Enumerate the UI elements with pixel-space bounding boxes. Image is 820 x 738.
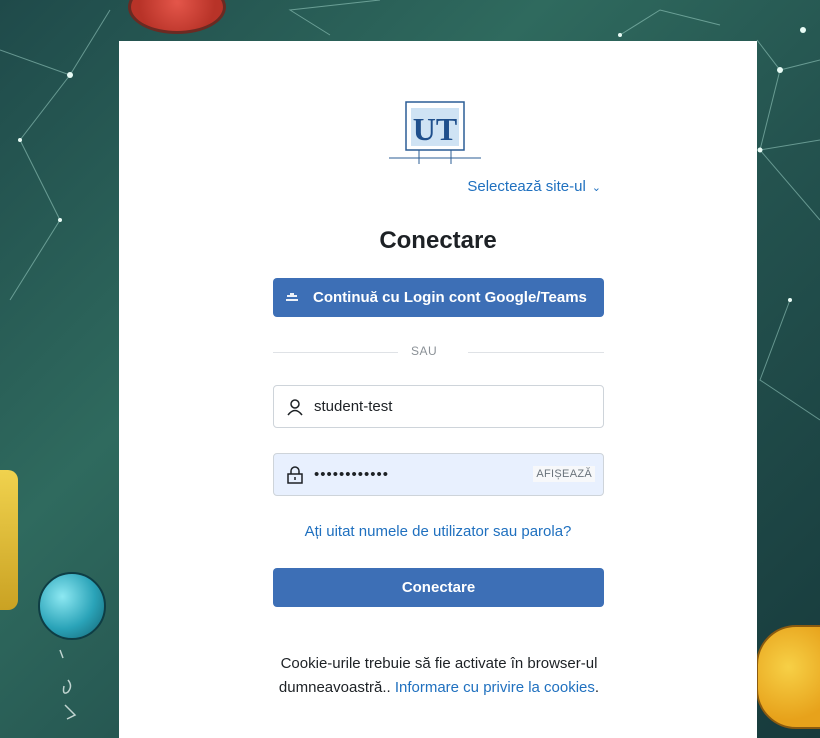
divider-label: SAU <box>411 344 438 358</box>
lock-icon <box>286 465 304 484</box>
login-card: UT Selectează site-ul ⌄ Conectare Continu… <box>119 41 757 738</box>
google-button-label: Continuă cu Login cont Google/Teams <box>313 289 587 306</box>
login-button[interactable]: Conectare <box>273 568 604 607</box>
or-divider: SAU <box>273 344 604 358</box>
google-teams-login-button[interactable]: Continuă cu Login cont Google/Teams <box>273 278 604 317</box>
cookie-notice-end: . <box>594 679 600 696</box>
cookie-notice: Cookie-urile trebuie să fie activate în … <box>269 652 609 700</box>
yellow-ball-decoration <box>756 625 820 729</box>
cookie-info-link[interactable]: Informare cu privire la cookies <box>395 679 595 696</box>
site-select-dropdown[interactable]: Selectează site-ul ⌄ <box>467 178 601 195</box>
svg-text:UT: UT <box>413 111 457 147</box>
username-input[interactable] <box>314 398 514 415</box>
username-field[interactable] <box>273 385 604 428</box>
teal-orb-decoration <box>38 572 106 640</box>
yellow-tassel-decoration <box>0 470 18 610</box>
ut-logo: UT <box>389 98 481 168</box>
site-select-label: Selectează site-ul <box>467 178 586 195</box>
google-icon <box>285 291 299 305</box>
password-input[interactable] <box>314 466 514 483</box>
forgot-password-link[interactable]: Ați uitat numele de utilizator sau parol… <box>119 523 757 540</box>
show-password-button[interactable]: AFIȘEAZĂ <box>533 466 595 482</box>
user-icon <box>286 398 304 416</box>
password-field[interactable]: AFIȘEAZĂ <box>273 453 604 496</box>
page-title: Conectare <box>379 227 497 254</box>
chevron-down-icon: ⌄ <box>591 182 601 194</box>
